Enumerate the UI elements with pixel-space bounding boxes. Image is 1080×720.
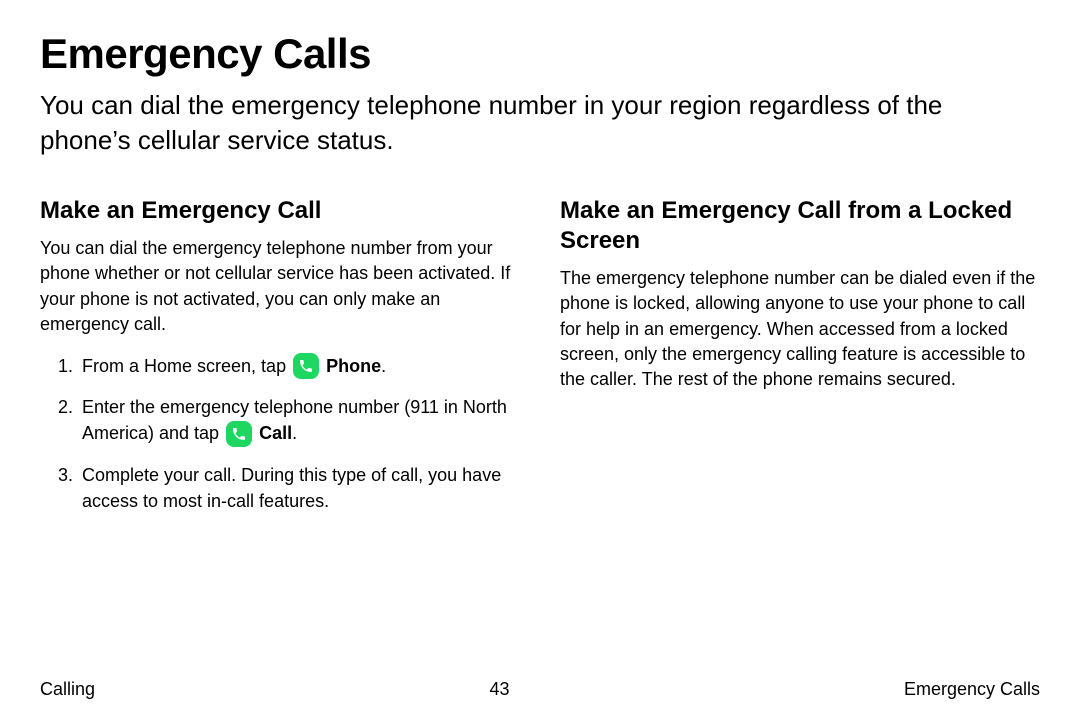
- right-heading: Make an Emergency Call from a Locked Scr…: [560, 196, 1040, 256]
- step-2-post: .: [292, 423, 297, 443]
- step-3: Complete your call. During this type of …: [78, 462, 520, 514]
- page-title: Emergency Calls: [40, 30, 1040, 78]
- right-body: The emergency telephone number can be di…: [560, 266, 1040, 392]
- page-footer: Calling 43 Emergency Calls: [40, 671, 1040, 700]
- steps-list: From a Home screen, tap Phone. Enter the…: [40, 353, 520, 514]
- step-1-pre: From a Home screen, tap: [82, 356, 291, 376]
- step-2-label: Call: [259, 423, 292, 443]
- footer-page-number: 43: [95, 679, 904, 700]
- left-column: Make an Emergency Call You can dial the …: [40, 196, 520, 528]
- right-column: Make an Emergency Call from a Locked Scr…: [560, 196, 1040, 528]
- call-icon: [226, 421, 252, 447]
- left-heading: Make an Emergency Call: [40, 196, 520, 226]
- footer-right: Emergency Calls: [904, 679, 1040, 700]
- step-2: Enter the emergency telephone number (91…: [78, 394, 520, 447]
- left-body: You can dial the emergency telephone num…: [40, 236, 520, 337]
- two-column-layout: Make an Emergency Call You can dial the …: [40, 196, 1040, 528]
- step-1-post: .: [381, 356, 386, 376]
- intro-text: You can dial the emergency telephone num…: [40, 88, 1040, 158]
- phone-icon: [293, 353, 319, 379]
- footer-left: Calling: [40, 679, 95, 700]
- step-1-label: Phone: [326, 356, 381, 376]
- step-1: From a Home screen, tap Phone.: [78, 353, 520, 380]
